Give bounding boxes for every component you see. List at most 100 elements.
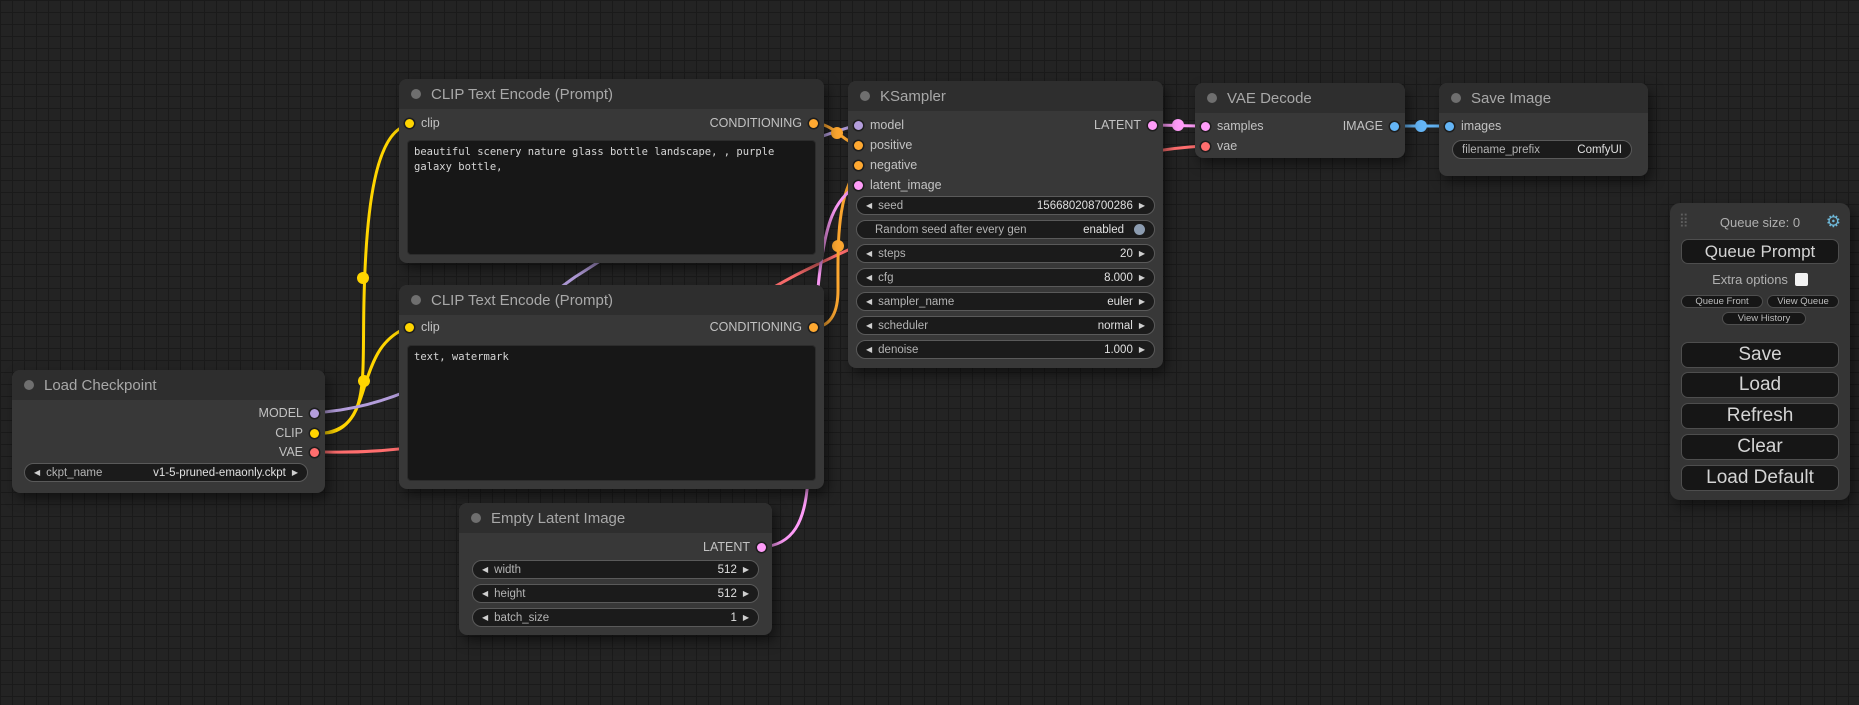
increment-arrow-icon[interactable]: ▶ — [743, 614, 749, 622]
decrement-arrow-icon[interactable]: ◀ — [866, 298, 872, 306]
latent-port-dot[interactable] — [1148, 121, 1157, 130]
node-ksampler[interactable]: KSampler model positive negative latent_… — [848, 81, 1163, 368]
node-empty-latent-image[interactable]: Empty Latent Image LATENT ◀ width 512 ▶ … — [459, 503, 772, 635]
load-button[interactable]: Load — [1681, 372, 1839, 398]
increment-arrow-icon[interactable]: ▶ — [1139, 322, 1145, 330]
collapse-dot-icon[interactable] — [471, 513, 481, 523]
conditioning-port-dot[interactable] — [809, 119, 818, 128]
widget-label: cfg — [878, 272, 893, 284]
clip-port-dot[interactable] — [405, 119, 414, 128]
clear-button[interactable]: Clear — [1681, 434, 1839, 460]
save-button[interactable]: Save — [1681, 342, 1839, 368]
settings-gear-icon[interactable]: ⚙ — [1826, 211, 1841, 233]
input-label: images — [1461, 119, 1501, 133]
conditioning-port-dot[interactable] — [854, 141, 863, 150]
node-title-bar[interactable]: Load Checkpoint — [12, 370, 325, 400]
node-load-checkpoint[interactable]: Load Checkpoint MODEL CLIP VAE ◀ ckpt_na… — [12, 370, 325, 493]
extra-options-label: Extra options — [1712, 272, 1788, 287]
drag-handle-icon[interactable]: ⣿ — [1679, 212, 1689, 228]
seed-widget[interactable]: ◀ seed 156680208700286 ▶ — [856, 196, 1155, 215]
scheduler-widget[interactable]: ◀ scheduler normal ▶ — [856, 316, 1155, 335]
image-port-dot[interactable] — [1390, 122, 1399, 131]
node-title-bar[interactable]: VAE Decode — [1195, 83, 1405, 113]
latent-port-dot[interactable] — [1201, 122, 1210, 131]
collapse-dot-icon[interactable] — [411, 295, 421, 305]
node-title-bar[interactable]: KSampler — [848, 81, 1163, 111]
vae-port-dot[interactable] — [310, 448, 319, 457]
widget-label: ckpt_name — [46, 467, 102, 479]
output-slot-conditioning: CONDITIONING — [710, 317, 818, 337]
decrement-arrow-icon[interactable]: ◀ — [34, 469, 40, 477]
increment-arrow-icon[interactable]: ▶ — [1139, 202, 1145, 210]
input-label: clip — [421, 116, 440, 130]
decrement-arrow-icon[interactable]: ◀ — [482, 614, 488, 622]
random-seed-toggle-widget[interactable]: Random seed after every gen enabled — [856, 220, 1155, 239]
increment-arrow-icon[interactable]: ▶ — [743, 566, 749, 574]
vae-port-dot[interactable] — [1201, 142, 1210, 151]
positive-prompt-textarea[interactable]: beautiful scenery nature glass bottle la… — [407, 140, 816, 255]
output-label: CLIP — [275, 426, 303, 440]
width-widget[interactable]: ◀ width 512 ▶ — [472, 560, 759, 579]
node-clip-text-encode-positive[interactable]: CLIP Text Encode (Prompt) clip CONDITION… — [399, 79, 824, 263]
output-slot-latent: LATENT — [703, 537, 766, 557]
latent-port-dot[interactable] — [854, 181, 863, 190]
cfg-widget[interactable]: ◀ cfg 8.000 ▶ — [856, 268, 1155, 287]
node-title-bar[interactable]: CLIP Text Encode (Prompt) — [399, 79, 824, 109]
node-clip-text-encode-negative[interactable]: CLIP Text Encode (Prompt) clip CONDITION… — [399, 285, 824, 489]
increment-arrow-icon[interactable]: ▶ — [1139, 274, 1145, 282]
steps-widget[interactable]: ◀ steps 20 ▶ — [856, 244, 1155, 263]
filename-prefix-widget[interactable]: filename_prefix ComfyUI — [1452, 140, 1632, 159]
view-queue-button[interactable]: View Queue — [1767, 295, 1839, 308]
clip-port-dot[interactable] — [405, 323, 414, 332]
collapse-dot-icon[interactable] — [1451, 93, 1461, 103]
model-port-dot[interactable] — [854, 121, 863, 130]
output-slot-image: IMAGE — [1343, 116, 1399, 136]
widget-label: width — [494, 564, 521, 576]
refresh-button[interactable]: Refresh — [1681, 403, 1839, 429]
increment-arrow-icon[interactable]: ▶ — [1139, 346, 1145, 354]
decrement-arrow-icon[interactable]: ◀ — [866, 346, 872, 354]
comfyui-canvas[interactable]: { "colors": { "model": "#b39ddb", "clip"… — [0, 0, 1859, 705]
output-slot-vae: VAE — [279, 442, 319, 462]
view-history-button[interactable]: View History — [1722, 312, 1806, 325]
denoise-widget[interactable]: ◀ denoise 1.000 ▶ — [856, 340, 1155, 359]
clip-port-dot[interactable] — [310, 429, 319, 438]
collapse-dot-icon[interactable] — [411, 89, 421, 99]
decrement-arrow-icon[interactable]: ◀ — [866, 202, 872, 210]
decrement-arrow-icon[interactable]: ◀ — [866, 250, 872, 258]
conditioning-port-dot[interactable] — [809, 323, 818, 332]
queue-front-button[interactable]: Queue Front — [1681, 295, 1763, 308]
widget-value: euler — [1107, 296, 1133, 308]
extra-options-checkbox[interactable] — [1795, 273, 1808, 286]
toggle-dot-icon[interactable] — [1134, 224, 1145, 235]
ckpt-name-widget[interactable]: ◀ ckpt_name v1-5-pruned-emaonly.ckpt ▶ — [24, 463, 308, 482]
node-vae-decode[interactable]: VAE Decode samples vae IMAGE — [1195, 83, 1405, 158]
collapse-dot-icon[interactable] — [860, 91, 870, 101]
node-title-bar[interactable]: Empty Latent Image — [459, 503, 772, 533]
height-widget[interactable]: ◀ height 512 ▶ — [472, 584, 759, 603]
decrement-arrow-icon[interactable]: ◀ — [866, 322, 872, 330]
decrement-arrow-icon[interactable]: ◀ — [482, 566, 488, 574]
queue-prompt-button[interactable]: Queue Prompt — [1681, 239, 1839, 264]
output-label: LATENT — [703, 540, 750, 554]
latent-port-dot[interactable] — [757, 543, 766, 552]
image-port-dot[interactable] — [1445, 122, 1454, 131]
model-port-dot[interactable] — [310, 409, 319, 418]
node-title-bar[interactable]: CLIP Text Encode (Prompt) — [399, 285, 824, 315]
node-title-bar[interactable]: Save Image — [1439, 83, 1648, 113]
negative-prompt-textarea[interactable]: text, watermark — [407, 345, 816, 481]
collapse-dot-icon[interactable] — [1207, 93, 1217, 103]
decrement-arrow-icon[interactable]: ◀ — [482, 590, 488, 598]
collapse-dot-icon[interactable] — [24, 380, 34, 390]
decrement-arrow-icon[interactable]: ◀ — [866, 274, 872, 282]
increment-arrow-icon[interactable]: ▶ — [743, 590, 749, 598]
sampler-name-widget[interactable]: ◀ sampler_name euler ▶ — [856, 292, 1155, 311]
input-label: positive — [870, 138, 912, 152]
conditioning-port-dot[interactable] — [854, 161, 863, 170]
node-save-image[interactable]: Save Image images filename_prefix ComfyU… — [1439, 83, 1648, 176]
increment-arrow-icon[interactable]: ▶ — [1139, 298, 1145, 306]
load-default-button[interactable]: Load Default — [1681, 465, 1839, 491]
increment-arrow-icon[interactable]: ▶ — [1139, 250, 1145, 258]
batch-size-widget[interactable]: ◀ batch_size 1 ▶ — [472, 608, 759, 627]
increment-arrow-icon[interactable]: ▶ — [292, 469, 298, 477]
